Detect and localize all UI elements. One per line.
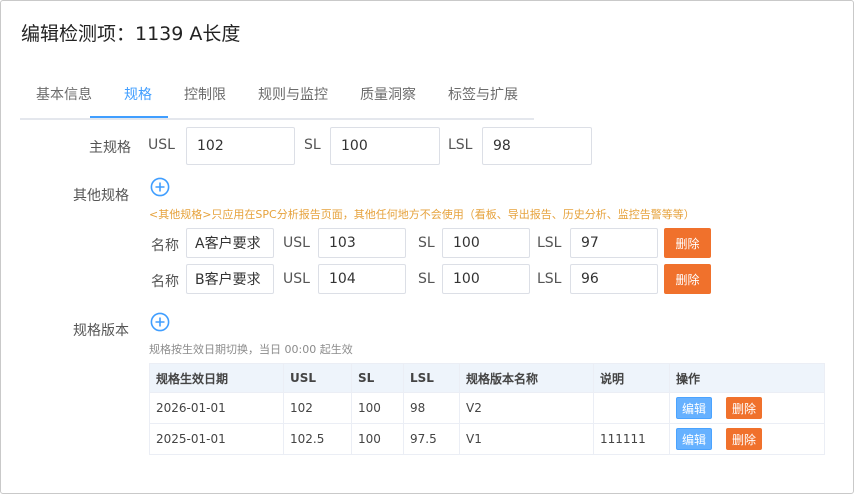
add-spec-version-icon[interactable]: [150, 312, 170, 332]
tab-tags-extension[interactable]: 标签与扩展: [448, 77, 518, 117]
tab-basic-info[interactable]: 基本信息: [36, 77, 92, 117]
cell-lsl: 98: [403, 392, 460, 424]
cell-date: 2025-01-01: [149, 423, 284, 455]
cell-actions: 编辑 删除: [669, 392, 825, 424]
add-other-spec-icon[interactable]: [150, 177, 170, 197]
cell-description: [593, 392, 670, 424]
cell-actions: 编辑 删除: [669, 423, 825, 455]
delete-version-button[interactable]: 删除: [726, 397, 762, 419]
table-header-row: 规格生效日期 USL SL LSL 规格版本名称 说明 操作: [149, 363, 825, 393]
other-specs-label: 其他规格: [73, 188, 129, 204]
cell-date: 2026-01-01: [149, 392, 284, 424]
other-spec-sl-input[interactable]: [442, 228, 530, 258]
main-spec-label: 主规格: [89, 140, 131, 156]
other-spec-sl-label: SL: [418, 235, 435, 251]
other-spec-sl-label: SL: [418, 271, 435, 287]
tab-rules-monitoring[interactable]: 规则与监控: [258, 77, 328, 117]
cell-usl: 102: [283, 392, 352, 424]
column-header: 规格版本名称: [459, 363, 594, 393]
column-header: LSL: [403, 363, 460, 393]
dialog: 编辑检测项：1139 A长度 基本信息 规格 控制限 规则与监控 质量洞察 标签…: [0, 0, 854, 494]
tab-quality-insight[interactable]: 质量洞察: [360, 77, 416, 117]
other-spec-lsl-label: LSL: [537, 271, 562, 287]
edit-version-button[interactable]: 编辑: [676, 428, 712, 450]
main-lsl-input[interactable]: [482, 127, 592, 165]
other-spec-lsl-input[interactable]: [570, 228, 658, 258]
cell-description: 111111: [593, 423, 670, 455]
other-spec-name-input[interactable]: [186, 228, 274, 258]
cell-version-name: V2: [459, 392, 594, 424]
tab-spec[interactable]: 规格: [124, 77, 152, 117]
delete-other-spec-button[interactable]: 删除: [664, 228, 711, 258]
main-usl-label: USL: [148, 137, 175, 153]
other-spec-usl-input[interactable]: [318, 228, 406, 258]
column-header: 规格生效日期: [149, 363, 284, 393]
other-specs-note: <其他规格>只应用在SPC分析报告页面，其他任何地方不会使用（看板、导出报告、历…: [149, 208, 695, 221]
other-spec-name-label: 名称: [151, 274, 179, 290]
other-spec-sl-input[interactable]: [442, 264, 530, 294]
spec-versions-table: 规格生效日期 USL SL LSL 规格版本名称 说明 操作 2026-01-0…: [149, 363, 825, 455]
other-spec-name-input[interactable]: [186, 264, 274, 294]
other-spec-name-label: 名称: [151, 238, 179, 254]
column-header: 操作: [669, 363, 825, 393]
spec-versions-label: 规格版本: [73, 323, 129, 339]
table-row: 2025-01-01 102.5 100 97.5 V1 111111 编辑 删…: [149, 423, 825, 455]
other-spec-usl-label: USL: [283, 235, 310, 251]
main-lsl-label: LSL: [448, 137, 473, 153]
table-row: 2026-01-01 102 100 98 V2 编辑 删除: [149, 392, 825, 424]
column-header: SL: [351, 363, 404, 393]
column-header: USL: [283, 363, 352, 393]
other-spec-lsl-input[interactable]: [570, 264, 658, 294]
edit-version-button[interactable]: 编辑: [676, 397, 712, 419]
cell-sl: 100: [351, 392, 404, 424]
cell-lsl: 97.5: [403, 423, 460, 455]
cell-version-name: V1: [459, 423, 594, 455]
tab-bar: 基本信息 规格 控制限 规则与监控 质量洞察 标签与扩展: [20, 77, 534, 120]
other-spec-usl-input[interactable]: [318, 264, 406, 294]
column-header: 说明: [593, 363, 670, 393]
spec-versions-note: 规格按生效日期切换，当日 00:00 起生效: [149, 343, 353, 356]
main-sl-input[interactable]: [330, 127, 440, 165]
main-usl-input[interactable]: [186, 127, 295, 165]
active-tab-indicator: [90, 116, 168, 118]
delete-version-button[interactable]: 删除: [726, 428, 762, 450]
cell-usl: 102.5: [283, 423, 352, 455]
cell-sl: 100: [351, 423, 404, 455]
delete-other-spec-button[interactable]: 删除: [664, 264, 711, 294]
main-sl-label: SL: [304, 137, 321, 153]
page-title: 编辑检测项：1139 A长度: [21, 23, 241, 45]
tab-control-limits[interactable]: 控制限: [184, 77, 226, 117]
other-spec-lsl-label: LSL: [537, 235, 562, 251]
other-spec-usl-label: USL: [283, 271, 310, 287]
